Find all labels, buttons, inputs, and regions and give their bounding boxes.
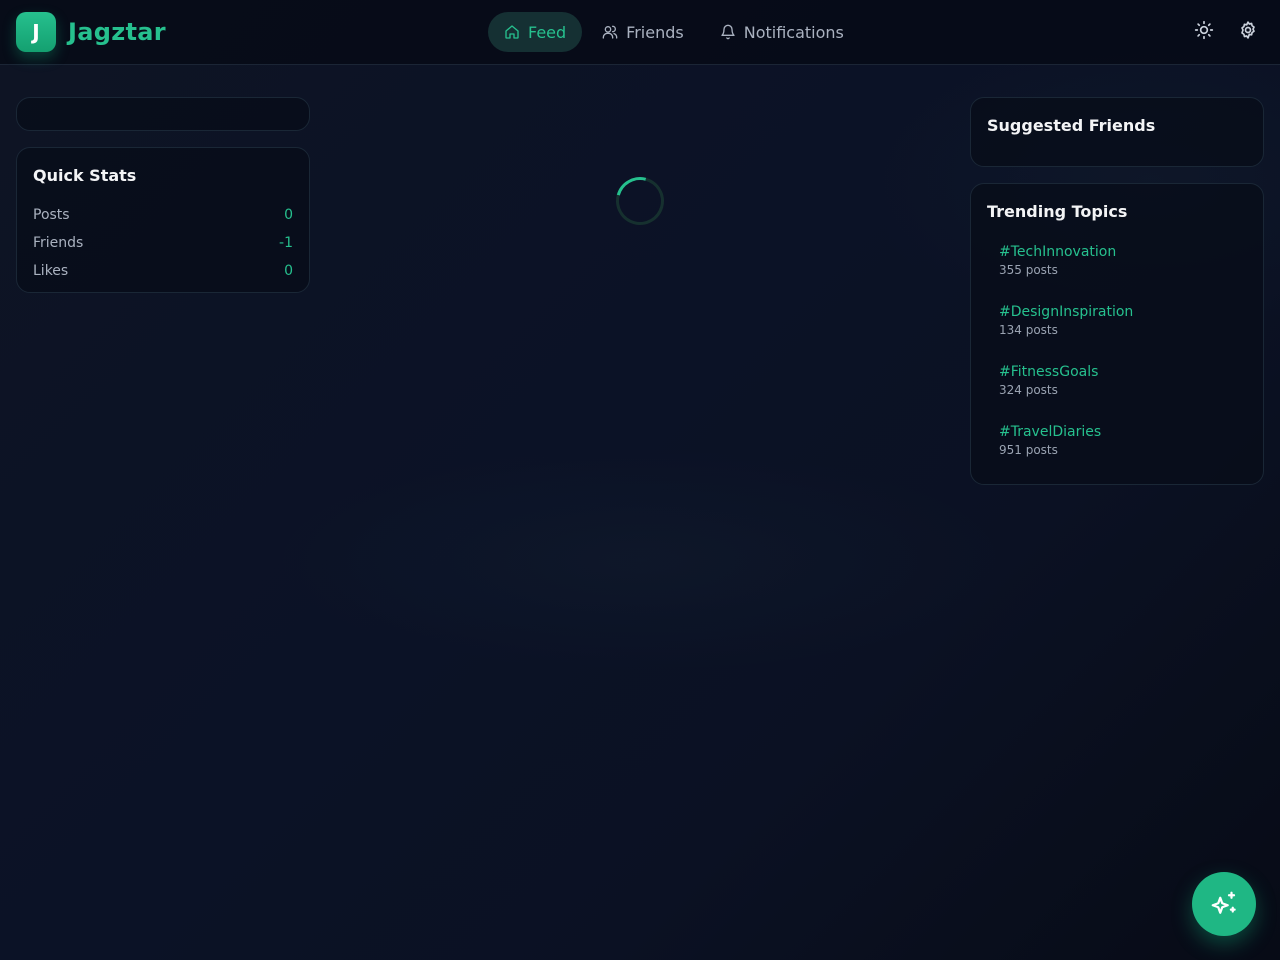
profile-card bbox=[16, 97, 310, 131]
nav-feed-label: Feed bbox=[528, 22, 567, 42]
bell-icon bbox=[721, 24, 735, 40]
topic-post-count: 134 posts bbox=[999, 323, 1058, 337]
topic-post-count: 951 posts bbox=[999, 443, 1058, 457]
gear-icon bbox=[1241, 21, 1255, 39]
nav-notifications-label: Notifications bbox=[743, 22, 844, 42]
header-actions bbox=[1194, 20, 1258, 40]
ai-sparkle-fab-button[interactable] bbox=[1192, 872, 1256, 936]
quick-stats-title: Quick Stats bbox=[33, 166, 137, 185]
brand[interactable]: J Jagztar bbox=[16, 12, 166, 52]
settings-button[interactable] bbox=[1238, 20, 1258, 40]
nav-friends[interactable]: Friends bbox=[586, 12, 700, 52]
stat-row-posts: Posts 0 bbox=[33, 201, 293, 229]
nav-feed[interactable]: Feed bbox=[488, 12, 583, 52]
users-icon bbox=[602, 25, 618, 39]
suggested-friends-title: Suggested Friends bbox=[987, 116, 1156, 135]
suggested-friends-card: Suggested Friends bbox=[970, 97, 1264, 167]
stat-label: Friends bbox=[33, 235, 84, 251]
topic-post-count: 324 posts bbox=[999, 383, 1058, 397]
topic-tag: #DesignInspiration bbox=[999, 304, 1134, 320]
stat-label: Posts bbox=[33, 207, 70, 223]
stat-row-friends: Friends -1 bbox=[33, 229, 293, 257]
nav-friends-label: Friends bbox=[626, 22, 684, 42]
loading-spinner bbox=[607, 168, 673, 234]
trending-topics-title: Trending Topics bbox=[987, 202, 1128, 221]
trending-topic-item[interactable]: #FitnessGoals 324 posts bbox=[987, 355, 1247, 415]
top-header: J Jagztar Feed Friends Notifications bbox=[0, 0, 1280, 65]
trending-topic-item[interactable]: #TravelDiaries 951 posts bbox=[987, 415, 1247, 475]
stat-value: -1 bbox=[279, 235, 293, 251]
stat-label: Likes bbox=[33, 263, 69, 279]
nav-notifications[interactable]: Notifications bbox=[704, 12, 860, 52]
sparkles-icon bbox=[1211, 891, 1236, 914]
home-icon bbox=[505, 25, 519, 39]
stat-value: 0 bbox=[284, 263, 293, 279]
quick-stats-card: Quick Stats Posts 0 Friends -1 Likes 0 bbox=[16, 147, 310, 293]
sun-icon bbox=[1194, 20, 1214, 40]
brand-name: Jagztar bbox=[68, 18, 166, 46]
stat-row-likes: Likes 0 bbox=[33, 257, 293, 285]
topic-post-count: 355 posts bbox=[999, 263, 1058, 277]
topic-tag: #TravelDiaries bbox=[999, 424, 1102, 440]
topic-tag: #FitnessGoals bbox=[999, 364, 1099, 380]
trending-topics-card: Trending Topics #TechInnovation 355 post… bbox=[970, 183, 1264, 485]
theme-toggle-button[interactable] bbox=[1194, 20, 1214, 40]
stat-value: 0 bbox=[284, 207, 293, 223]
trending-topic-item[interactable]: #DesignInspiration 134 posts bbox=[987, 295, 1247, 355]
topic-tag: #TechInnovation bbox=[999, 244, 1117, 260]
main-nav: Feed Friends Notifications bbox=[488, 12, 860, 52]
logo-badge: J bbox=[16, 12, 56, 52]
trending-topic-item[interactable]: #TechInnovation 355 posts bbox=[987, 235, 1247, 295]
